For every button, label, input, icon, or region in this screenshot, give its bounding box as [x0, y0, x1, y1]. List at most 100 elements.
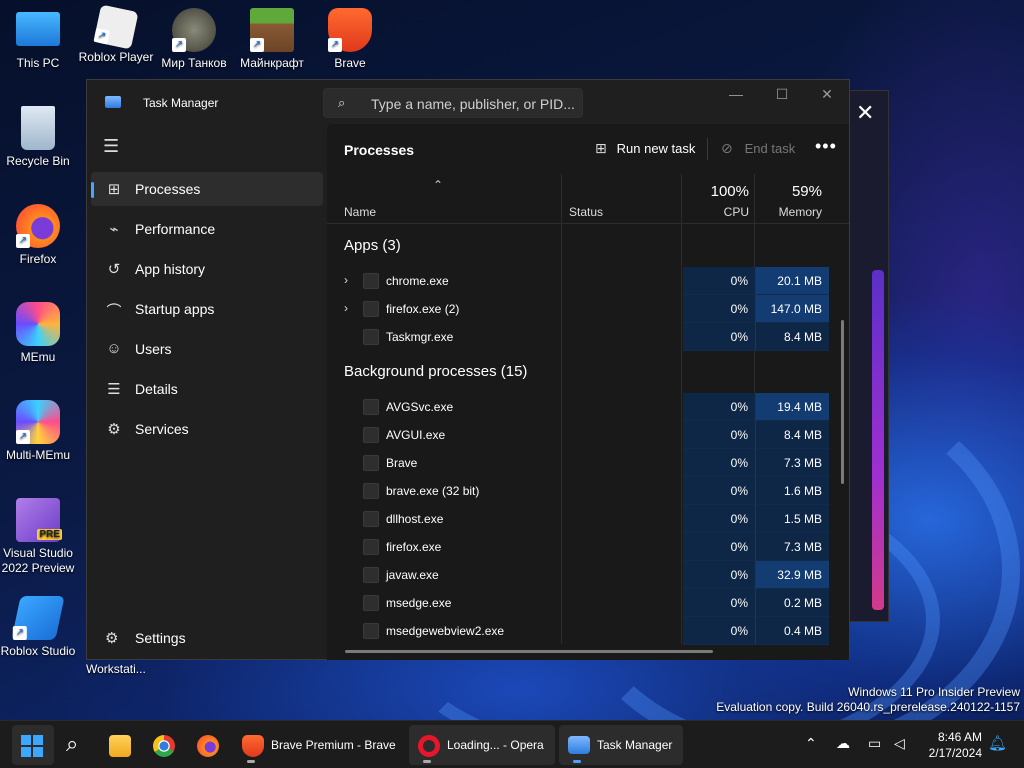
task-manager-window: Task Manager ⌕ Type a name, publisher, o…	[86, 79, 850, 660]
search-box[interactable]: ⌕ Type a name, publisher, or PID...	[323, 88, 583, 118]
table-row[interactable]: javaw.exe 0% 32.9 MB	[327, 561, 829, 589]
expand-chevron-icon[interactable]: ›	[344, 301, 348, 315]
column-status[interactable]: Status	[569, 205, 603, 219]
table-row[interactable]: msedge.exe 0% 0.2 MB	[327, 589, 829, 617]
desktop-icon-mir-tankov[interactable]: ↗ Мир Танков	[156, 8, 232, 71]
table-row[interactable]: msedgewebview2.exe 0% 0.4 MB	[327, 617, 829, 645]
process-cpu: 0%	[683, 505, 755, 533]
taskbar-task-manager-window[interactable]: Task Manager	[559, 725, 683, 765]
taskbar-window-label: Loading... - Opera	[447, 738, 544, 752]
taskbar-file-explorer[interactable]	[100, 725, 142, 765]
desktop-icon-label: Multi-MEmu	[5, 448, 70, 462]
process-group-header[interactable]: Background processes (15)	[327, 351, 829, 393]
desktop-icon-visual-studio[interactable]: PRE Visual Studio 2022 Preview	[0, 498, 76, 576]
process-name: brave.exe (32 bit)	[386, 484, 480, 498]
taskbar-brave-window[interactable]: Brave Premium - Brave	[233, 725, 403, 765]
cloud-offline-icon[interactable]: ☁	[836, 735, 850, 752]
desktop-icon-label: Roblox Player	[78, 50, 154, 64]
column-name[interactable]: Name	[344, 205, 376, 219]
process-list: Apps (3) › chrome.exe 0% 20.1 MB › firefox.exe…	[327, 225, 829, 645]
clock-date: 2/17/2024	[928, 746, 982, 760]
desktop-icon-label-partial[interactable]: Workstati...	[86, 662, 146, 676]
horizontal-scrollbar[interactable]	[345, 650, 713, 653]
run-new-task-button[interactable]: ⊞ Run new task	[595, 140, 695, 157]
taskbar-firefox[interactable]	[188, 725, 230, 765]
system-clock[interactable]: 8:46 AM 2/17/2024	[910, 729, 982, 761]
close-icon[interactable]: ✕	[856, 100, 874, 126]
desktop-icon-firefox[interactable]: ↗ Firefox	[0, 204, 76, 267]
process-icon	[363, 483, 379, 499]
end-task-button[interactable]: ⊘ End task	[721, 140, 795, 157]
table-row[interactable]: › chrome.exe 0% 20.1 MB	[327, 267, 829, 295]
search-placeholder: Type a name, publisher, or PID...	[371, 96, 575, 112]
app-history-icon: ↺	[107, 261, 121, 278]
taskbar-opera-window[interactable]: Loading... - Opera	[409, 725, 555, 765]
users-icon: ☺	[106, 340, 122, 357]
process-name: msedge.exe	[386, 596, 452, 610]
minimize-button[interactable]: —	[721, 86, 751, 102]
hamburger-menu-icon[interactable]: ☰	[103, 136, 119, 157]
process-memory: 7.3 MB	[755, 449, 829, 477]
vertical-scrollbar[interactable]	[841, 320, 844, 484]
process-name: firefox.exe (2)	[386, 302, 460, 316]
process-group-header[interactable]: Apps (3)	[327, 225, 829, 267]
desktop-icon-this-pc[interactable]: This PC	[0, 8, 76, 71]
nav-item-label: Settings	[135, 630, 186, 646]
process-cpu: 0%	[683, 589, 755, 617]
nav-item-label: Startup apps	[135, 301, 215, 317]
nav-item-processes[interactable]: ⊞ Processes	[91, 172, 323, 206]
more-options-icon[interactable]: •••	[815, 136, 837, 157]
process-memory: 0.2 MB	[755, 589, 829, 617]
show-hidden-icons-chevron-icon[interactable]: ⌃	[805, 735, 817, 752]
nav-item-performance[interactable]: ⌁ Performance	[91, 212, 323, 246]
shortcut-arrow-icon: ↗	[250, 38, 264, 52]
table-row[interactable]: AVGSvc.exe 0% 19.4 MB	[327, 393, 829, 421]
desktop-icon-multi-memu[interactable]: ↗ Multi-MEmu	[0, 400, 76, 463]
roblox-icon: ↗	[93, 4, 139, 50]
column-memory[interactable]: Memory	[779, 205, 822, 219]
table-row[interactable]: firefox.exe 0% 7.3 MB	[327, 533, 829, 561]
processes-pane: Processes ⊞ Run new task ⊘ End task ••• …	[327, 124, 849, 660]
search-button[interactable]: ⌕	[58, 725, 98, 765]
nav-item-label: Details	[135, 381, 178, 397]
network-icon[interactable]: ▭	[868, 735, 881, 752]
table-row[interactable]: brave.exe (32 bit) 0% 1.6 MB	[327, 477, 829, 505]
processes-icon: ⊞	[107, 181, 121, 198]
nav-item-users[interactable]: ☺ Users	[91, 332, 323, 366]
process-cpu: 0%	[683, 323, 755, 351]
taskbar-chrome[interactable]	[144, 725, 186, 765]
desktop-icon-memu[interactable]: MEmu	[0, 302, 76, 365]
nav-item-details[interactable]: ☰ Details	[91, 372, 323, 406]
sort-ascending-icon[interactable]: ⌃	[433, 178, 443, 192]
process-name: javaw.exe	[386, 568, 439, 582]
desktop-icon-label: Brave	[334, 56, 366, 70]
desktop-icon-recycle-bin[interactable]: Recycle Bin	[0, 106, 76, 169]
nav-item-label: Users	[135, 341, 172, 357]
nav-item-services[interactable]: ⚙ Services	[91, 412, 323, 446]
nav-item-settings[interactable]: ⚙ Settings	[91, 621, 323, 655]
desktop-icon-brave[interactable]: ↗ Brave	[312, 8, 388, 71]
desktop-icon-roblox-studio[interactable]: ↗ Roblox Studio	[0, 596, 76, 659]
table-row[interactable]: › firefox.exe (2) 0% 147.0 MB	[327, 295, 829, 323]
nav-item-app-history[interactable]: ↺ App history	[91, 252, 323, 286]
nav-item-startup-apps[interactable]: ⌒ Startup apps	[91, 292, 323, 326]
table-row[interactable]: AVGUI.exe 0% 8.4 MB	[327, 421, 829, 449]
desktop-icon-minecraft[interactable]: ↗ Майнкрафт	[234, 8, 310, 71]
notification-bell-icon[interactable]: 🔔︎	[988, 734, 1007, 752]
desktop-icon-roblox-player[interactable]: ↗ Roblox Player	[78, 4, 154, 65]
process-cpu: 0%	[683, 449, 755, 477]
title-bar[interactable]: Task Manager ⌕ Type a name, publisher, o…	[87, 80, 849, 124]
brave-lion-icon	[242, 735, 264, 757]
table-row[interactable]: Brave 0% 7.3 MB	[327, 449, 829, 477]
expand-chevron-icon[interactable]: ›	[344, 273, 348, 287]
column-cpu[interactable]: CPU	[724, 205, 749, 219]
table-row[interactable]: dllhost.exe 0% 1.5 MB	[327, 505, 829, 533]
maximize-button[interactable]: ☐	[767, 86, 797, 103]
services-icon: ⚙	[107, 421, 121, 438]
close-button[interactable]: ✕	[812, 86, 842, 103]
volume-muted-icon[interactable]: ◁	[894, 735, 905, 752]
process-memory: 19.4 MB	[755, 393, 829, 421]
shortcut-arrow-icon: ↗	[172, 38, 186, 52]
start-button[interactable]	[12, 725, 54, 765]
table-row[interactable]: Taskmgr.exe 0% 8.4 MB	[327, 323, 829, 351]
